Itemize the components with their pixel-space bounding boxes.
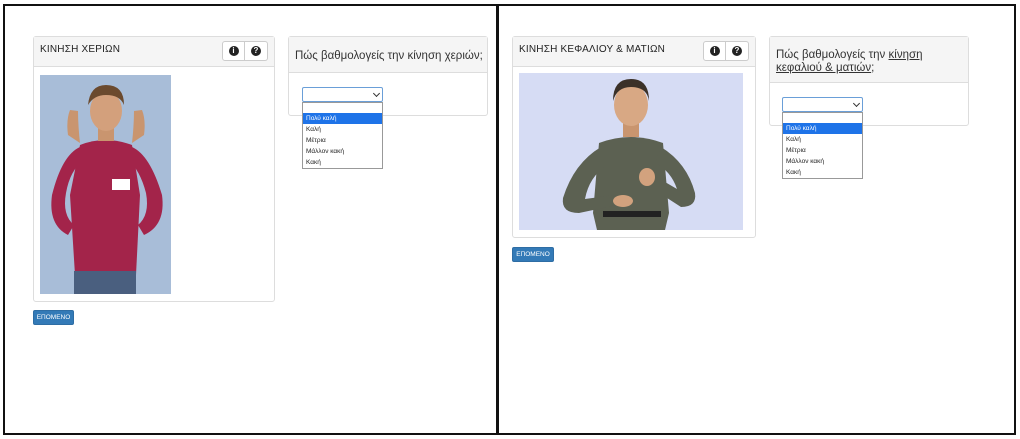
video-panel: ΚΙΝΗΣΗ ΚΕΦΑΛΙΟΥ & ΜΑΤΙΩΝ i ?: [512, 36, 756, 238]
option-average[interactable]: Μέτρια: [303, 135, 382, 146]
question-text: Πώς βαθμολογείς την κίνηση χεριών;: [295, 50, 483, 62]
avatar-figure: [519, 73, 743, 230]
option-very-good[interactable]: Πολύ καλή: [303, 113, 382, 124]
rating-select[interactable]: [782, 97, 863, 112]
option-good[interactable]: Καλή: [303, 124, 382, 135]
info-button[interactable]: i: [222, 41, 245, 61]
help-button[interactable]: ?: [726, 41, 749, 61]
question-panel-header: Πώς βαθμολογείς την κίνηση κεφαλιού & μα…: [770, 37, 968, 83]
panel-title: ΚΙΝΗΣΗ ΚΕΦΑΛΙΟΥ & ΜΑΤΙΩΝ: [519, 44, 666, 55]
rating-dropdown: Πολύ καλή Καλή Μέτρια Μάλλον κακή Κακή: [782, 112, 863, 179]
info-button[interactable]: i: [703, 41, 726, 61]
info-icon: i: [709, 46, 720, 56]
panel-title: ΚΙΝΗΣΗ ΧΕΡΙΩΝ: [40, 44, 121, 55]
option-average[interactable]: Μέτρια: [783, 145, 862, 156]
help-icon: ?: [732, 46, 742, 56]
help-icon: ?: [251, 46, 261, 56]
panel-button-group: i ?: [222, 41, 268, 61]
option-bad[interactable]: Κακή: [303, 157, 382, 168]
option-rather-bad[interactable]: Μάλλον κακή: [303, 146, 382, 157]
rating-dropdown: Πολύ καλή Καλή Μέτρια Μάλλον κακή Κακή: [302, 102, 383, 169]
video-panel-header: ΚΙΝΗΣΗ ΚΕΦΑΛΙΟΥ & ΜΑΤΙΩΝ i ?: [513, 37, 755, 67]
next-button[interactable]: ΕΠΟΜΕΝΟ: [33, 310, 74, 325]
signing-avatar-video[interactable]: [40, 75, 171, 294]
option-bad[interactable]: Κακή: [783, 167, 862, 178]
option-very-good[interactable]: Πολύ καλή: [783, 123, 862, 134]
panel-button-group: i ?: [703, 41, 749, 61]
left-screen: ΚΙΝΗΣΗ ΧΕΡΙΩΝ i ? Πώς βαθμολογείς την κί…: [3, 4, 498, 435]
question-text: Πώς βαθμολογείς την κίνηση κεφαλιού & μα…: [776, 49, 966, 75]
option-good[interactable]: Καλή: [783, 134, 862, 145]
question-suffix: ;: [871, 62, 875, 74]
video-panel: ΚΙΝΗΣΗ ΧΕΡΙΩΝ i ?: [33, 36, 275, 302]
signing-avatar-video[interactable]: [519, 73, 743, 230]
dropdown-blank-option[interactable]: [303, 103, 382, 113]
chevron-down-icon: [372, 89, 381, 98]
question-prefix: Πώς βαθμολογείς την: [776, 49, 889, 61]
right-screen: ΚΙΝΗΣΗ ΚΕΦΑΛΙΟΥ & ΜΑΤΙΩΝ i ? Πώς βαθμολο…: [497, 4, 1016, 435]
info-icon: i: [228, 46, 239, 56]
chevron-down-icon: [852, 99, 861, 108]
video-panel-header: ΚΙΝΗΣΗ ΧΕΡΙΩΝ i ?: [34, 37, 274, 67]
avatar-figure: [40, 75, 171, 294]
option-rather-bad[interactable]: Μάλλον κακή: [783, 156, 862, 167]
help-button[interactable]: ?: [245, 41, 268, 61]
question-panel-header: Πώς βαθμολογείς την κίνηση χεριών;: [289, 37, 487, 73]
dropdown-blank-option[interactable]: [783, 113, 862, 123]
rating-select[interactable]: [302, 87, 383, 102]
next-button[interactable]: ΕΠΟΜΕΝΟ: [512, 247, 554, 262]
